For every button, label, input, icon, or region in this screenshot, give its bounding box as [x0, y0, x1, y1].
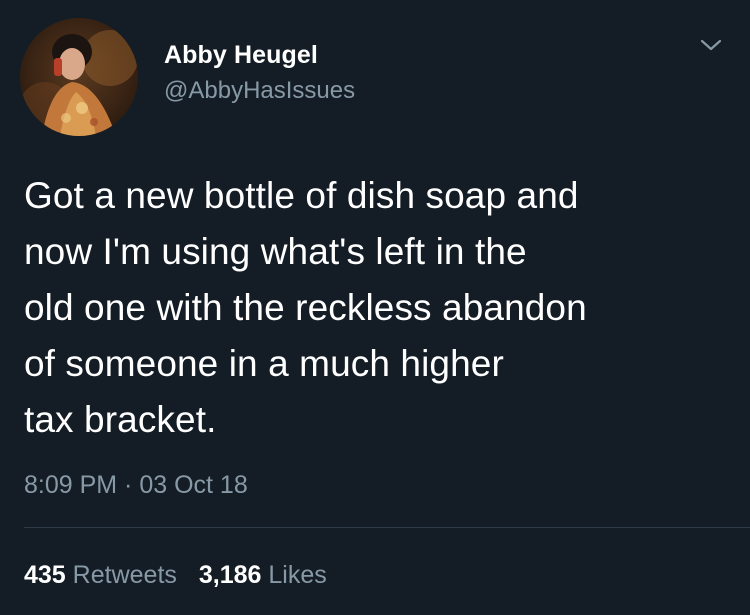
retweets-stat[interactable]: 435 Retweets	[24, 561, 177, 589]
tweet-card: Abby Heugel @AbbyHasIssues Got a new bot…	[0, 0, 750, 615]
divider	[24, 527, 750, 528]
user-handle[interactable]: @AbbyHasIssues	[164, 76, 355, 106]
retweets-count: 435	[24, 561, 66, 589]
chevron-down-icon[interactable]	[698, 36, 724, 54]
likes-label: Likes	[268, 561, 327, 589]
avatar[interactable]	[20, 18, 138, 136]
tweet-text: Got a new bottle of dish soap and now I'…	[24, 175, 587, 440]
retweets-label: Retweets	[72, 561, 177, 589]
user-info: Abby Heugel @AbbyHasIssues	[164, 40, 355, 106]
tweet-stats: 435 Retweets 3,186 Likes	[24, 560, 327, 590]
likes-count: 3,186	[198, 561, 262, 589]
likes-stat[interactable]: 3,186 Likes	[199, 561, 327, 589]
avatar-image	[20, 30, 138, 136]
display-name[interactable]: Abby Heugel	[164, 40, 355, 70]
tweet-timestamp[interactable]: 8:09 PM · 03 Oct 18	[24, 470, 248, 500]
